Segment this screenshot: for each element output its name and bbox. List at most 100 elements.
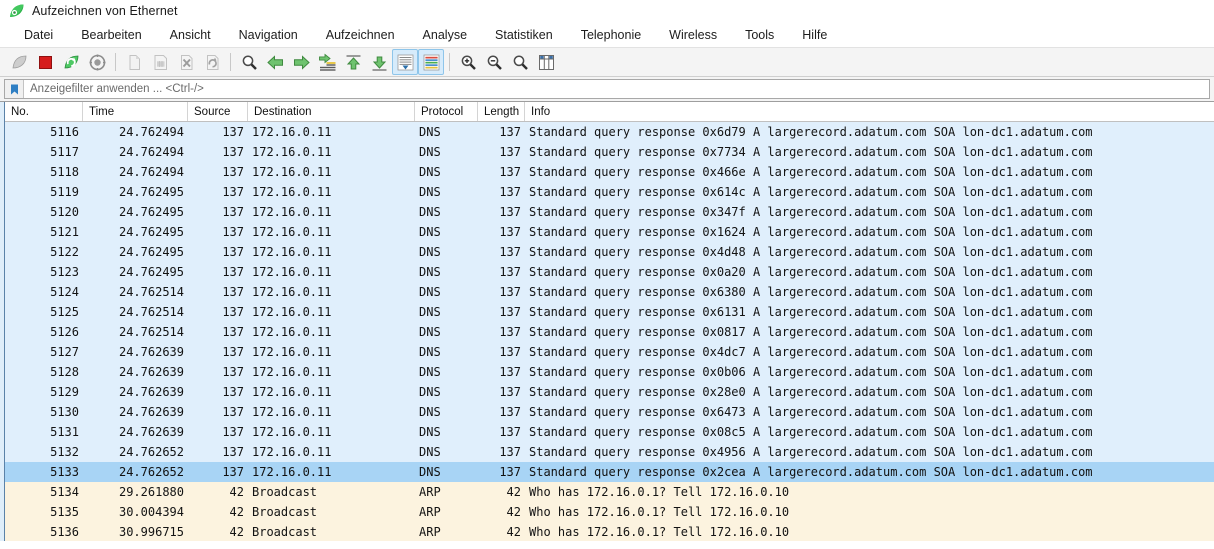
cell-time: 24.762639 [118,345,184,359]
menu-item-navigation[interactable]: Navigation [225,26,312,44]
menu-item-bearbeiten[interactable]: Bearbeiten [67,26,155,44]
cell-no: 5133 [50,465,79,479]
table-row[interactable]: 5121 24.762495 137 172.16.0.11 DNS 137 Standar… [5,222,1214,242]
cell-protocol: DNS [419,245,441,259]
menu-item-aufzeichnen[interactable]: Aufzeichnen [312,26,409,44]
cell-no: 5116 [50,125,79,139]
open-file-icon[interactable] [121,49,147,75]
go-forward-icon[interactable] [288,49,314,75]
packet-list-panel: No. Time Source Destination Protocol Len… [0,101,1214,541]
column-header-destination[interactable]: Destination [248,102,415,121]
table-row[interactable]: 5123 24.762495 137 172.16.0.11 DNS 137 Standar… [5,262,1214,282]
table-row[interactable]: 5134 29.261880 42 Broadcast ARP 42 Who has 172… [5,482,1214,502]
cell-info: Standard query response 0x4dc7 A largere… [529,345,1093,359]
cell-info: Standard query response 0x6473 A largere… [529,405,1093,419]
auto-scroll-icon[interactable] [392,49,418,75]
cell-protocol: DNS [419,385,441,399]
cell-source: 137 [222,405,244,419]
capture-options-icon[interactable] [84,49,110,75]
cell-protocol: ARP [419,485,441,499]
save-file-icon[interactable] [147,49,173,75]
packet-list-viewport[interactable]: No. Time Source Destination Protocol Len… [5,102,1214,541]
start-capture-icon[interactable] [6,49,32,75]
menu-bar: Datei Bearbeiten Ansicht Navigation Aufz… [0,22,1214,47]
menu-item-analyse[interactable]: Analyse [409,26,481,44]
zoom-reset-icon[interactable] [507,49,533,75]
column-header-no[interactable]: No. [5,102,83,121]
table-row[interactable]: 5120 24.762495 137 172.16.0.11 DNS 137 Standar… [5,202,1214,222]
filter-placeholder-text: Anzeigefilter anwenden ... <Ctrl-/> [30,83,204,95]
cell-no: 5123 [50,265,79,279]
table-row[interactable]: 5136 30.996715 42 Broadcast ARP 42 Who has 172… [5,522,1214,541]
cell-destination: Broadcast [252,525,318,539]
cell-info: Standard query response 0x08c5 A largere… [529,425,1093,439]
restart-capture-icon[interactable] [58,49,84,75]
table-row[interactable]: 5125 24.762514 137 172.16.0.11 DNS 137 Standar… [5,302,1214,322]
menu-item-statistiken[interactable]: Statistiken [481,26,567,44]
find-packet-icon[interactable] [236,49,262,75]
table-row[interactable]: 5130 24.762639 137 172.16.0.11 DNS 137 Standar… [5,402,1214,422]
go-to-last-packet-icon[interactable] [366,49,392,75]
table-row[interactable]: 5122 24.762495 137 172.16.0.11 DNS 137 Standar… [5,242,1214,262]
column-header-info[interactable]: Info [525,102,1205,121]
resize-columns-icon[interactable] [533,49,559,75]
cell-time: 24.762639 [118,385,184,399]
column-header-time[interactable]: Time [83,102,188,121]
menu-item-telephonie[interactable]: Telephonie [567,26,655,44]
menu-item-ansicht[interactable]: Ansicht [156,26,225,44]
cell-protocol: ARP [419,525,441,539]
cell-source: 137 [222,305,244,319]
cell-destination: 172.16.0.11 [252,365,332,379]
bookmark-icon[interactable] [5,80,24,98]
cell-destination: 172.16.0.11 [252,385,332,399]
menu-item-hilfe[interactable]: Hilfe [788,26,841,44]
go-back-icon[interactable] [262,49,288,75]
cell-info: Standard query response 0x0b06 A largere… [529,365,1093,379]
title-bar: Aufzeichnen von Ethernet [0,0,1214,22]
filter-input-container[interactable]: Anzeigefilter anwenden ... <Ctrl-/> [4,79,1210,99]
table-row[interactable]: 5116 24.762494 137 172.16.0.11 DNS 137 Standar… [5,122,1214,142]
zoom-in-icon[interactable] [455,49,481,75]
column-header-source[interactable]: Source [188,102,248,121]
table-row[interactable]: 5135 30.004394 42 Broadcast ARP 42 Who has 172… [5,502,1214,522]
table-row[interactable]: 5126 24.762514 137 172.16.0.11 DNS 137 Standar… [5,322,1214,342]
close-file-icon[interactable] [173,49,199,75]
column-header-protocol[interactable]: Protocol [415,102,478,121]
cell-source: 137 [222,225,244,239]
cell-length: 42 [506,485,521,499]
cell-info: Standard query response 0x6131 A largere… [529,305,1093,319]
menu-item-datei[interactable]: Datei [10,26,67,44]
table-row[interactable]: 5124 24.762514 137 172.16.0.11 DNS 137 Standar… [5,282,1214,302]
table-row[interactable]: 5128 24.762639 137 172.16.0.11 DNS 137 Standar… [5,362,1214,382]
cell-destination: 172.16.0.11 [252,325,332,339]
cell-no: 5124 [50,285,79,299]
table-row[interactable]: 5117 24.762494 137 172.16.0.11 DNS 137 Standar… [5,142,1214,162]
reload-file-icon[interactable] [199,49,225,75]
go-to-first-packet-icon[interactable] [340,49,366,75]
cell-time: 24.762639 [118,425,184,439]
table-row[interactable]: 5129 24.762639 137 172.16.0.11 DNS 137 Standar… [5,382,1214,402]
go-to-packet-icon[interactable] [314,49,340,75]
menu-item-tools[interactable]: Tools [731,26,788,44]
table-row[interactable]: 5132 24.762652 137 172.16.0.11 DNS 137 Standar… [5,442,1214,462]
column-header-length[interactable]: Length [478,102,525,121]
table-row[interactable]: 5119 24.762495 137 172.16.0.11 DNS 137 Standar… [5,182,1214,202]
table-row[interactable]: 5131 24.762639 137 172.16.0.11 DNS 137 Standar… [5,422,1214,442]
cell-time: 30.004394 [118,505,184,519]
cell-time: 24.762494 [118,125,184,139]
cell-no: 5130 [50,405,79,419]
cell-source: 137 [222,165,244,179]
cell-protocol: DNS [419,445,441,459]
cell-protocol: DNS [419,465,441,479]
colorize-packets-icon[interactable] [418,49,444,75]
stop-capture-icon[interactable] [32,49,58,75]
table-row[interactable]: 5127 24.762639 137 172.16.0.11 DNS 137 Standar… [5,342,1214,362]
table-row[interactable]: 5133 24.762652 137 172.16.0.11 DNS 137 Standar… [5,462,1214,482]
table-row[interactable]: 5118 24.762494 137 172.16.0.11 DNS 137 Standar… [5,162,1214,182]
window-title: Aufzeichnen von Ethernet [32,4,178,18]
menu-item-wireless[interactable]: Wireless [655,26,731,44]
zoom-out-icon[interactable] [481,49,507,75]
cell-length: 137 [499,205,521,219]
cell-time: 24.762495 [118,245,184,259]
cell-destination: 172.16.0.11 [252,445,332,459]
